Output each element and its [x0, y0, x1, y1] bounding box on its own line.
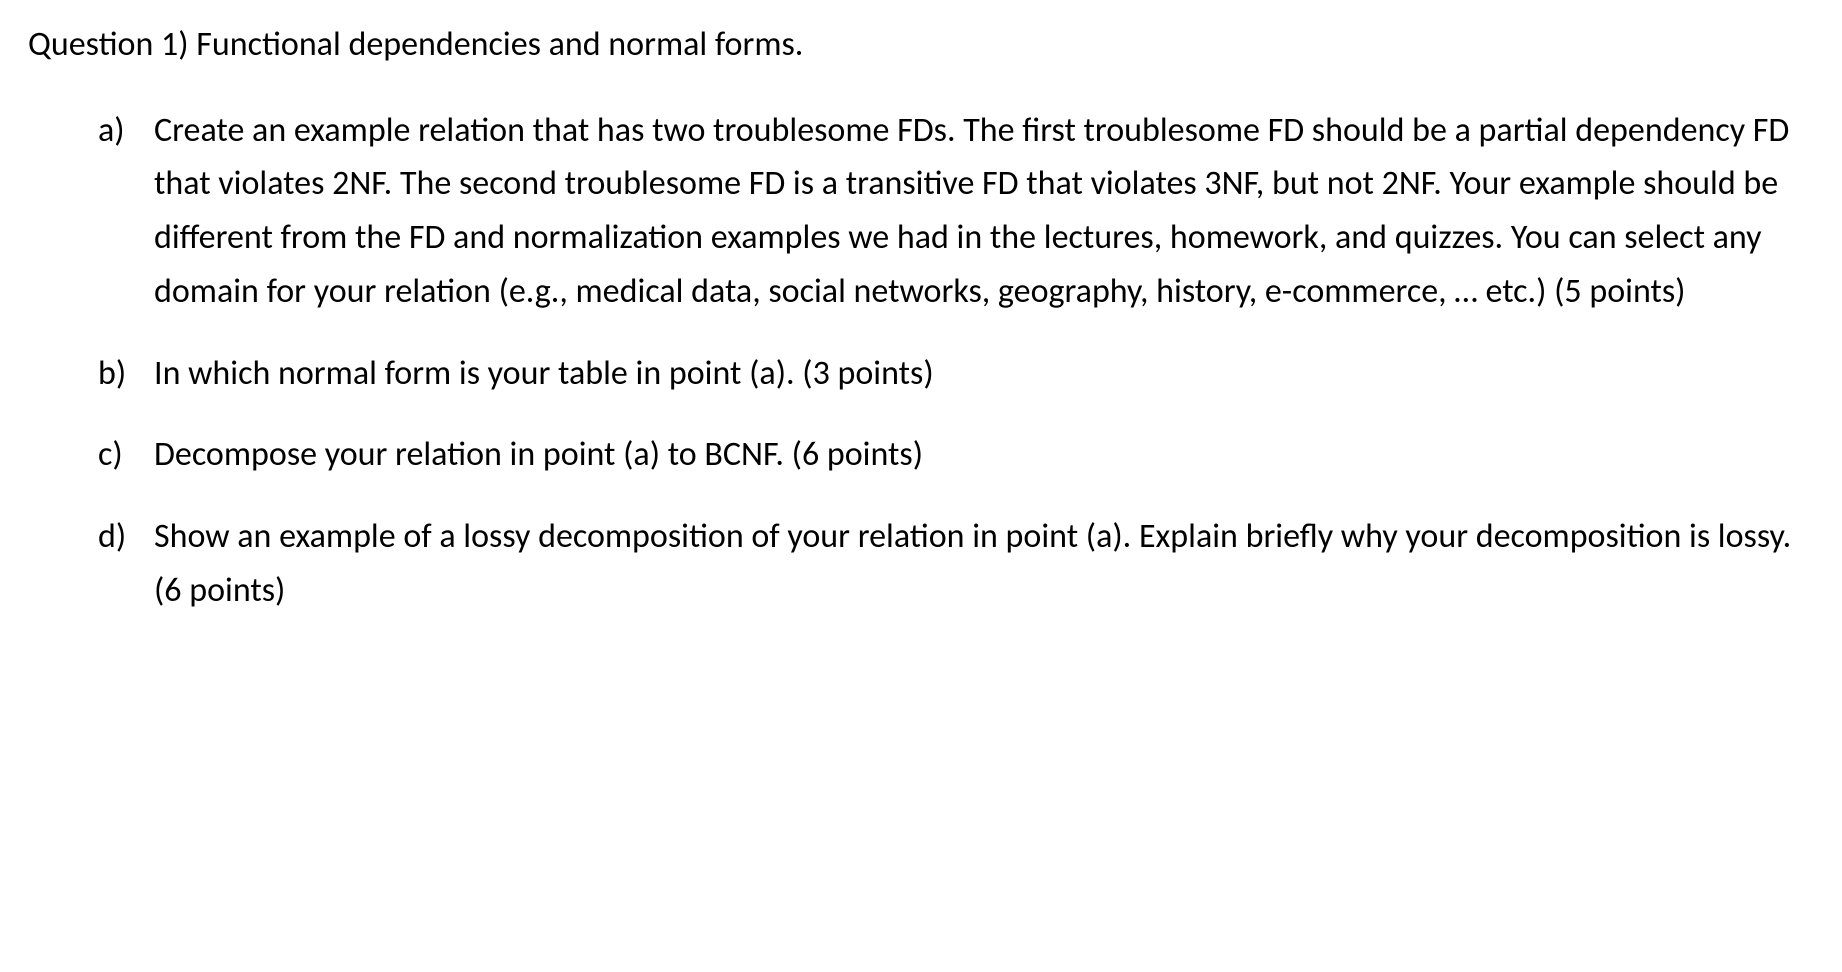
subpart-body: Show an example of a lossy decomposition…: [154, 510, 1814, 617]
question-title: Question 1) Functional dependencies and …: [28, 18, 1814, 72]
subpart-marker: b): [98, 347, 154, 401]
subpart-body: In which normal form is your table in po…: [154, 347, 1814, 401]
subpart-body: Create an example relation that has two …: [154, 104, 1814, 319]
subpart-body: Decompose your relation in point (a) to …: [154, 428, 1814, 482]
subpart-marker: a): [98, 104, 154, 158]
subpart-c: c) Decompose your relation in point (a) …: [98, 428, 1814, 482]
subpart-d: d) Show an example of a lossy decomposit…: [98, 510, 1814, 617]
document-page: Question 1) Functional dependencies and …: [0, 0, 1842, 663]
subpart-marker: c): [98, 428, 154, 482]
subparts-list: a) Create an example relation that has t…: [28, 104, 1814, 618]
subpart-b: b) In which normal form is your table in…: [98, 347, 1814, 401]
subpart-a: a) Create an example relation that has t…: [98, 104, 1814, 319]
subpart-marker: d): [98, 510, 154, 564]
